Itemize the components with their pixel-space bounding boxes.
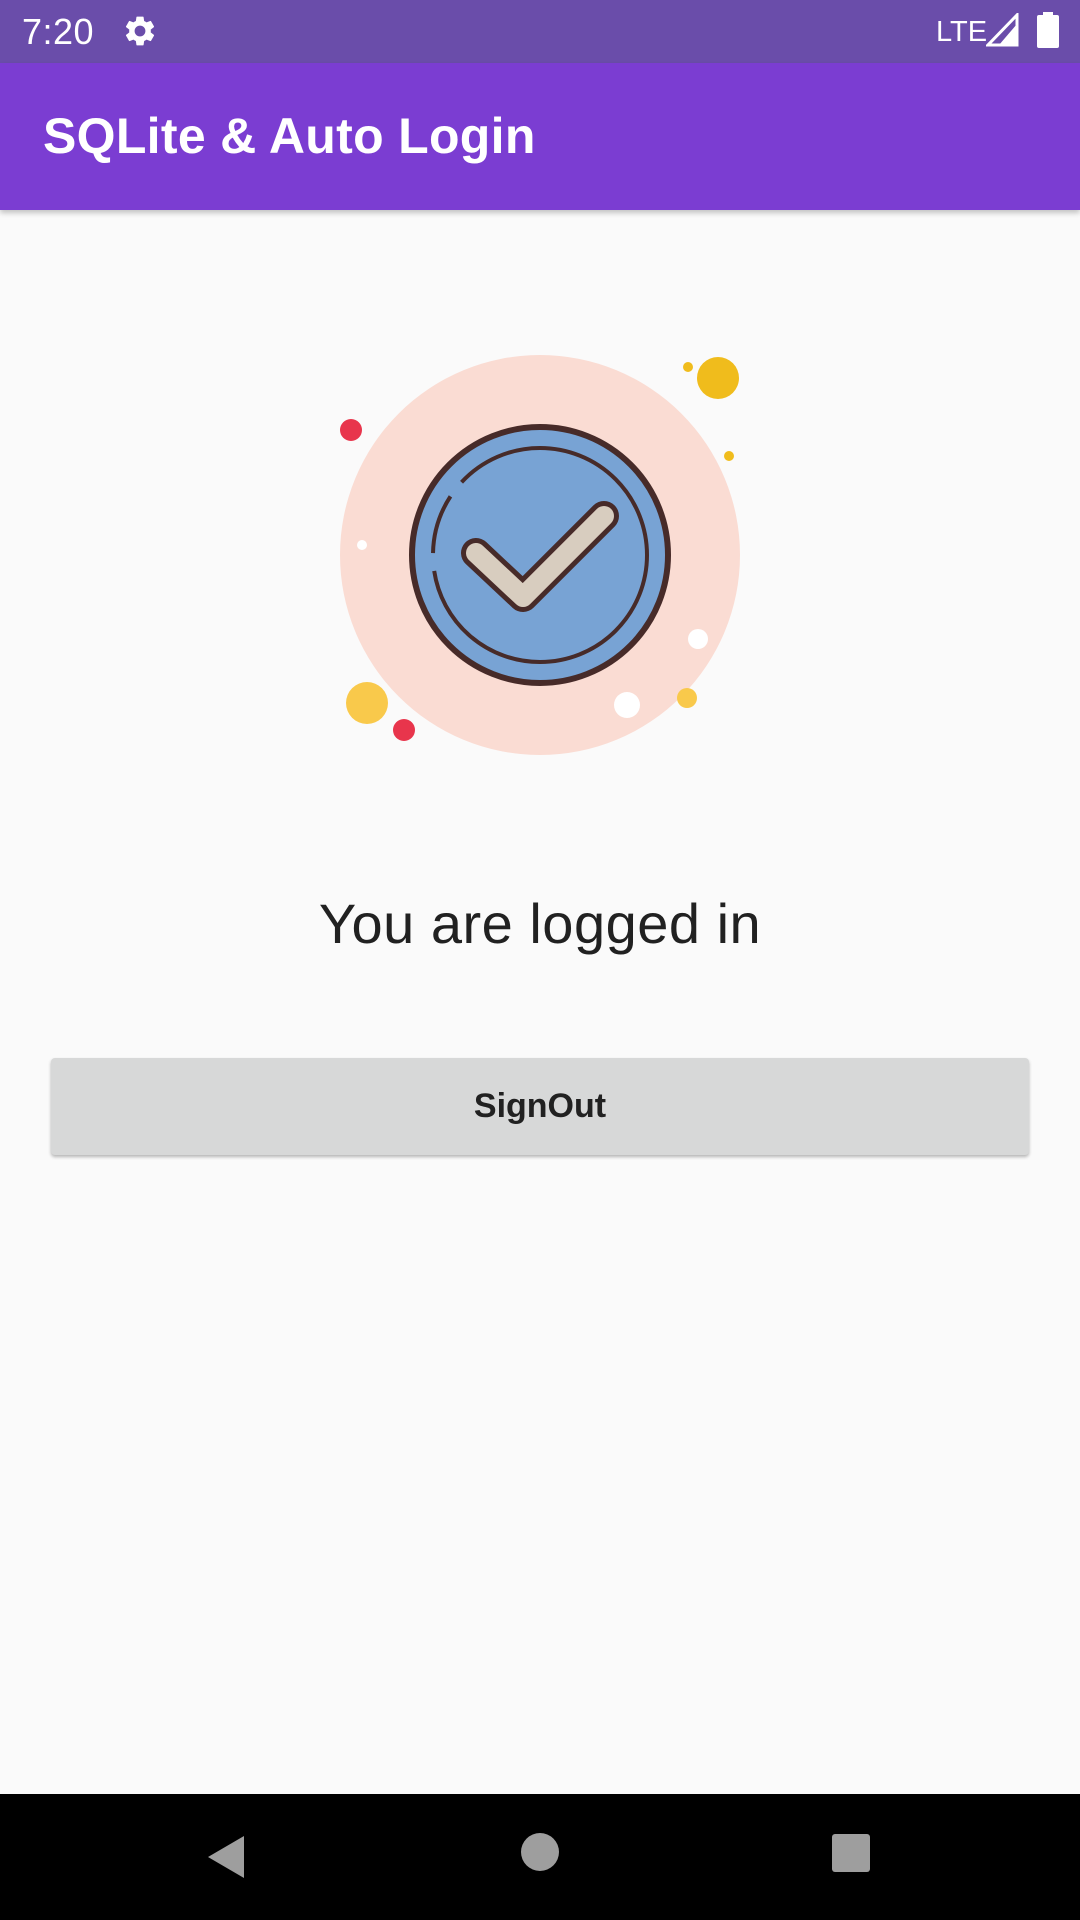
confetti-dot <box>393 719 415 741</box>
app-bar: SQLite & Auto Login <box>0 63 1080 210</box>
confetti-dot <box>357 540 367 550</box>
app-title: SQLite & Auto Login <box>43 108 536 164</box>
login-status-message: You are logged in <box>318 892 762 955</box>
home-icon[interactable] <box>520 1832 560 1872</box>
battery-icon <box>1037 12 1059 48</box>
signal-icon <box>986 13 1019 47</box>
confetti-dot <box>340 419 362 441</box>
status-time: 7:20 <box>22 11 95 52</box>
gear-icon <box>125 16 155 46</box>
confetti-dot <box>697 357 739 399</box>
status-bar: 7:20 LTE <box>0 0 1080 63</box>
confetti-dot <box>683 362 693 372</box>
check-badge <box>409 424 671 686</box>
recents-icon[interactable] <box>831 1833 871 1873</box>
signout-button[interactable]: SignOut <box>51 1058 1029 1155</box>
confetti-dot <box>677 688 697 708</box>
confetti-dot <box>346 682 388 724</box>
back-icon[interactable] <box>206 1834 246 1880</box>
check-circle-icon <box>340 355 740 755</box>
screen: 7:20 LTE SQLite & Auto Login You are log… <box>0 0 1080 1920</box>
confetti-dot <box>688 629 708 649</box>
confetti-dot <box>614 692 640 718</box>
network-type-label: LTE <box>936 16 988 48</box>
navigation-bar <box>0 1794 1080 1920</box>
confetti-dot <box>724 451 734 461</box>
